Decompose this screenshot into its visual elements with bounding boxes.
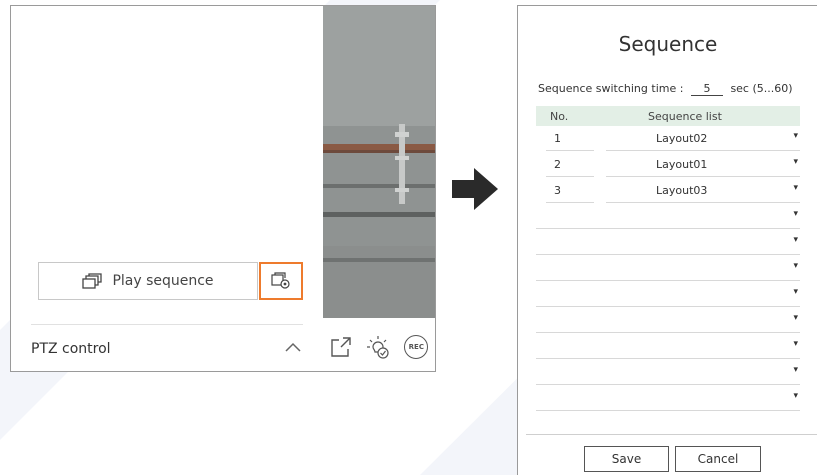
- select-underline: [536, 306, 800, 307]
- cancel-button[interactable]: Cancel: [675, 446, 761, 472]
- col-sequence-list: Sequence list: [648, 110, 722, 123]
- dropdown-caret-icon[interactable]: ▾: [793, 157, 798, 167]
- dropdown-caret-icon[interactable]: ▾: [793, 365, 798, 375]
- popout-icon[interactable]: [330, 336, 352, 358]
- table-row[interactable]: ▾: [536, 335, 800, 359]
- play-sequence-button[interactable]: Play sequence: [38, 262, 258, 300]
- layout-select[interactable]: Layout03: [656, 184, 707, 197]
- table-row[interactable]: ▾: [536, 231, 800, 255]
- dropdown-caret-icon[interactable]: ▾: [793, 131, 798, 141]
- dropdown-caret-icon[interactable]: ▾: [793, 209, 798, 219]
- camera-feed-image: [323, 6, 435, 318]
- dropdown-caret-icon[interactable]: ▾: [793, 183, 798, 193]
- row-number-underline: [546, 176, 594, 177]
- sequence-settings-button[interactable]: [259, 262, 303, 300]
- chevron-up-icon[interactable]: [281, 336, 305, 360]
- dropdown-caret-icon[interactable]: ▾: [793, 287, 798, 297]
- row-number: 3: [554, 184, 561, 197]
- select-underline: [536, 410, 800, 411]
- switching-time-row: Sequence switching time : 5 sec (5...60): [538, 82, 793, 96]
- camera-panel: Play sequence PTZ control REC: [10, 5, 436, 372]
- layout-select[interactable]: Layout02: [656, 132, 707, 145]
- divider: [31, 324, 303, 325]
- sequence-table-header: No. Sequence list: [536, 106, 800, 126]
- table-row[interactable]: 3 Layout03 ▾: [536, 179, 800, 203]
- arrow-right-icon: [452, 168, 498, 210]
- select-underline: [536, 254, 800, 255]
- table-row[interactable]: ▾: [536, 283, 800, 307]
- ptz-control-label: PTZ control: [31, 341, 111, 357]
- switching-time-unit: sec (5...60): [730, 82, 793, 95]
- row-number-underline: [546, 150, 594, 151]
- save-button[interactable]: Save: [584, 446, 669, 472]
- camera-toolbar: REC: [323, 324, 435, 370]
- light-check-icon[interactable]: [365, 334, 391, 360]
- select-underline: [536, 228, 800, 229]
- dropdown-caret-icon[interactable]: ▾: [793, 339, 798, 349]
- table-row[interactable]: ▾: [536, 309, 800, 333]
- rec-label: REC: [408, 343, 424, 351]
- dropdown-caret-icon[interactable]: ▾: [793, 391, 798, 401]
- table-row[interactable]: ▾: [536, 205, 800, 229]
- select-underline: [606, 176, 800, 177]
- select-underline: [536, 280, 800, 281]
- row-number: 2: [554, 158, 561, 171]
- sequence-settings-icon: [271, 272, 290, 289]
- table-row[interactable]: ▾: [536, 257, 800, 281]
- sequence-dialog: Sequence Sequence switching time : 5 sec…: [517, 5, 817, 475]
- table-row[interactable]: 2 Layout01 ▾: [536, 153, 800, 177]
- dropdown-caret-icon[interactable]: ▾: [793, 313, 798, 323]
- select-underline: [606, 202, 800, 203]
- switching-time-input[interactable]: 5: [690, 82, 723, 96]
- dropdown-caret-icon[interactable]: ▾: [793, 235, 798, 245]
- switching-time-label: Sequence switching time :: [538, 82, 684, 95]
- select-underline: [536, 332, 800, 333]
- select-underline: [536, 358, 800, 359]
- select-underline: [606, 150, 800, 151]
- col-no: No.: [550, 110, 569, 123]
- table-row[interactable]: 1 Layout02 ▾: [536, 127, 800, 151]
- table-row[interactable]: ▾: [536, 387, 800, 411]
- layout-select[interactable]: Layout01: [656, 158, 707, 171]
- dropdown-caret-icon[interactable]: ▾: [793, 261, 798, 271]
- play-sequence-label: Play sequence: [112, 273, 214, 289]
- row-number-underline: [546, 202, 594, 203]
- table-row[interactable]: ▾: [536, 361, 800, 385]
- footer-divider: [526, 434, 817, 435]
- layers-icon: [82, 273, 103, 289]
- row-number: 1: [554, 132, 561, 145]
- camera-view[interactable]: [323, 6, 435, 318]
- rec-icon[interactable]: REC: [404, 335, 429, 359]
- select-underline: [536, 384, 800, 385]
- dialog-title: Sequence: [618, 32, 718, 56]
